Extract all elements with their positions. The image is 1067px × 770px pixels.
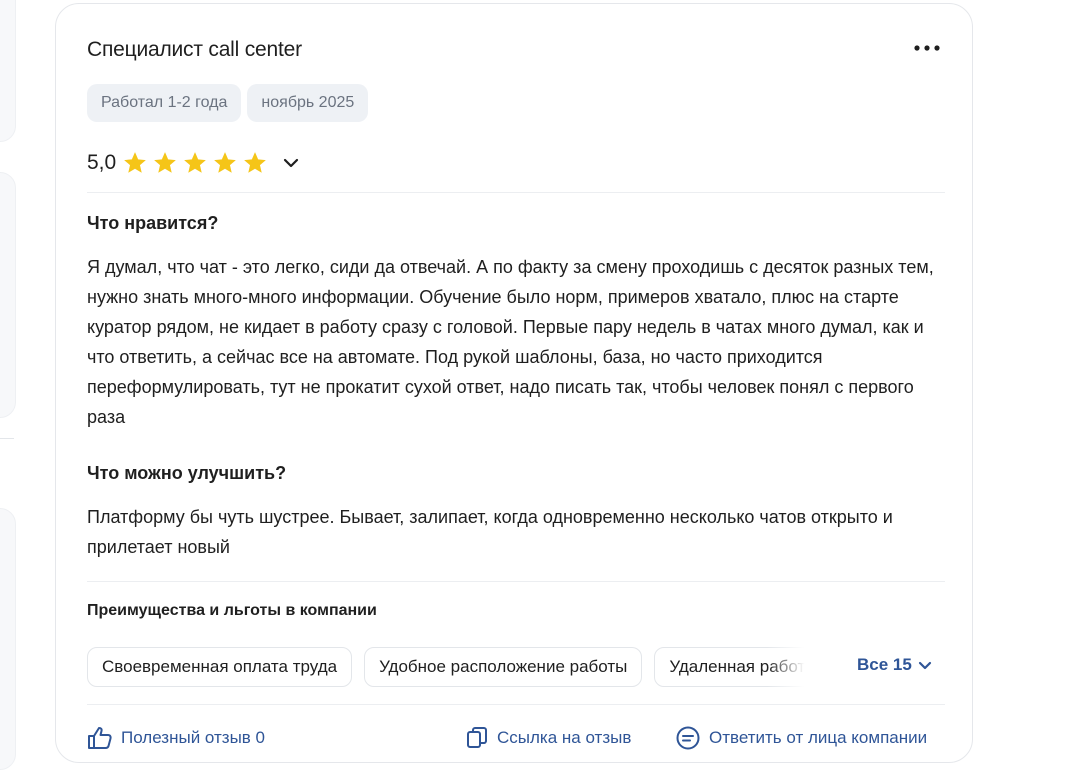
helpful-label: Полезный отзыв 0	[121, 728, 266, 747]
chevron-down-icon	[284, 158, 299, 168]
neighbor-divider	[0, 438, 14, 439]
thumbs-up-icon	[88, 727, 112, 749]
tag-experience: Работал 1-2 года	[87, 84, 242, 122]
benefit-chip[interactable]: Своевременная оплата труда	[87, 647, 353, 687]
rating-value: 5,0	[87, 151, 117, 174]
divider	[87, 581, 945, 582]
reply-label: Ответить от лица компании	[709, 728, 928, 747]
rating-row: 5,0	[87, 148, 302, 178]
neighbor-card-fragment	[0, 172, 16, 418]
reply-button[interactable]: Ответить от лица компании	[675, 726, 927, 750]
benefit-chip[interactable]: Удаленная работа	[654, 647, 809, 687]
divider	[87, 704, 945, 705]
star-icon	[154, 152, 177, 173]
benefit-chip[interactable]: Удобное расположение работы	[364, 647, 643, 687]
star-icon	[214, 152, 237, 173]
copy-link-icon	[467, 727, 487, 748]
improve-heading: Что можно улучшить?	[87, 463, 287, 483]
improve-text: Платформу бы чуть шустрее. Бывает, залип…	[87, 507, 893, 557]
likes-heading: Что нравится?	[87, 213, 219, 233]
helpful-button[interactable]: Полезный отзыв 0	[87, 726, 265, 750]
copy-link-label: Ссылка на отзыв	[497, 728, 632, 747]
likes-text: Я думал, что чат - это легко, сиди да от…	[87, 257, 934, 427]
neighbor-card-fragment	[0, 0, 16, 142]
more-options-button[interactable]	[907, 34, 947, 62]
rating-details-toggle[interactable]	[280, 152, 302, 174]
chevron-down-icon	[918, 661, 931, 669]
star-icon	[124, 152, 147, 173]
all-benefits-label: Все 15	[857, 655, 912, 674]
review-actions: Полезный отзыв 0 Ссылка на отзыв Ответит…	[87, 726, 957, 756]
reply-icon	[676, 726, 700, 750]
review-card: Специалист call center Работал 1-2 года …	[55, 3, 973, 763]
benefits-list: Своевременная оплата труда Удобное распо…	[87, 647, 809, 687]
more-icon	[914, 45, 940, 51]
star-icon	[184, 152, 207, 173]
neighbor-card-fragment	[0, 508, 16, 770]
all-benefits-button[interactable]: Все 15	[857, 655, 932, 675]
review-title: Специалист call center	[87, 38, 302, 61]
benefits-heading: Преимущества и льготы в компании	[87, 602, 377, 619]
tag-date: ноябрь 2025	[247, 84, 369, 122]
rating-stars	[122, 150, 268, 176]
copy-link-button[interactable]: Ссылка на отзыв	[465, 726, 631, 750]
star-icon	[244, 152, 267, 173]
review-tags: Работал 1-2 года ноябрь 2025	[87, 84, 369, 122]
divider	[87, 192, 945, 193]
